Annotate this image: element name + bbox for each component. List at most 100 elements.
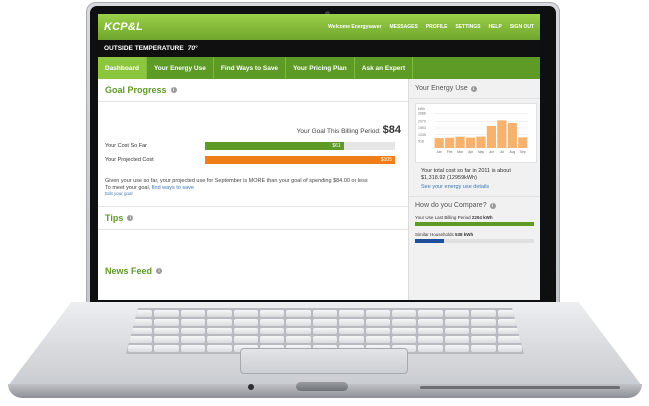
settings-link[interactable]: SETTINGS xyxy=(455,24,480,30)
keyboard-key[interactable] xyxy=(207,310,232,317)
keyboard-key[interactable] xyxy=(365,336,390,344)
projected-cost-track: $105 xyxy=(205,156,395,164)
keyboard-key[interactable] xyxy=(391,336,417,344)
keyboard-key[interactable] xyxy=(154,310,179,317)
chart-x-tick-label: Aug xyxy=(509,150,515,154)
keyboard-key[interactable] xyxy=(154,336,179,344)
keyboard-key[interactable] xyxy=(471,327,496,335)
keyboard-key[interactable] xyxy=(286,318,311,326)
keyboard-key[interactable] xyxy=(233,318,258,326)
keyboard-key[interactable] xyxy=(286,310,311,317)
keyboard-key[interactable] xyxy=(154,318,179,326)
chart-bar xyxy=(507,122,517,148)
keyboard-key[interactable] xyxy=(154,327,179,335)
keyboard-key[interactable] xyxy=(312,327,338,335)
keyboard-key[interactable] xyxy=(207,318,232,326)
brand-logo[interactable]: KCP&L xyxy=(104,21,143,33)
tab-ask-an-expert[interactable]: Ask an Expert xyxy=(355,57,414,79)
keyboard-key[interactable] xyxy=(233,327,258,335)
keyboard-key[interactable] xyxy=(365,318,390,326)
keyboard-key[interactable] xyxy=(128,345,153,352)
help-link[interactable]: HELP xyxy=(488,24,501,30)
keyboard-key[interactable] xyxy=(312,318,338,326)
keyboard-key[interactable] xyxy=(339,318,364,326)
main-nav: Dashboard Your Energy Use Find Ways to S… xyxy=(98,57,540,80)
keyboard-key[interactable] xyxy=(418,345,443,352)
trackpad[interactable] xyxy=(240,348,408,374)
keyboard-key[interactable] xyxy=(259,318,285,326)
goal-progress-title: Goal Progress xyxy=(105,85,167,95)
goal-message: Given your use so far, your projected us… xyxy=(105,178,401,198)
edit-goal-link[interactable]: Edit your goal xyxy=(105,191,133,196)
keyboard-key[interactable] xyxy=(444,327,470,335)
keyboard-key[interactable] xyxy=(365,310,390,317)
keyboard-key[interactable] xyxy=(471,336,496,344)
keyboard-key[interactable] xyxy=(339,327,364,335)
info-icon[interactable]: i xyxy=(156,268,163,274)
keyboard-key[interactable] xyxy=(154,345,179,352)
tab-find-ways-to-save[interactable]: Find Ways to Save xyxy=(214,57,287,79)
keyboard-key[interactable] xyxy=(444,336,470,344)
keyboard-key[interactable] xyxy=(207,345,232,352)
keyboard-key[interactable] xyxy=(471,318,496,326)
keyboard-key[interactable] xyxy=(471,345,496,352)
keyboard-key[interactable] xyxy=(128,336,153,344)
tab-dashboard[interactable]: Dashboard xyxy=(98,57,147,79)
keyboard-key[interactable] xyxy=(286,327,311,335)
chart-bar xyxy=(476,136,486,148)
keyboard-key[interactable] xyxy=(233,336,258,344)
keyboard-key[interactable] xyxy=(391,310,417,317)
keyboard-key[interactable] xyxy=(471,310,496,317)
keyboard-key[interactable] xyxy=(180,336,206,344)
keyboard-key[interactable] xyxy=(497,345,522,352)
tab-your-pricing-plan[interactable]: Your Pricing Plan xyxy=(286,57,355,79)
keyboard-key[interactable] xyxy=(444,318,470,326)
info-icon[interactable]: i xyxy=(489,202,496,209)
tab-your-energy-use[interactable]: Your Energy Use xyxy=(147,57,214,79)
keyboard-key[interactable] xyxy=(286,336,311,344)
info-icon[interactable]: i xyxy=(127,214,134,221)
keyboard-key[interactable] xyxy=(365,327,390,335)
keyboard-key[interactable] xyxy=(418,327,443,335)
divider xyxy=(98,205,408,207)
messages-link[interactable]: MESSAGES xyxy=(389,24,417,30)
keyboard-key[interactable] xyxy=(207,336,232,344)
chart-y-tick-label: 2070 xyxy=(418,120,426,124)
keyboard-key[interactable] xyxy=(180,310,206,317)
keyboard-key[interactable] xyxy=(418,310,443,317)
find-ways-to-save-link[interactable]: find ways to save xyxy=(152,185,194,191)
energy-details-link[interactable]: See your energy use details xyxy=(415,184,534,190)
keyboard-key[interactable] xyxy=(259,327,285,335)
keyboard-key[interactable] xyxy=(418,318,443,326)
keyboard-key[interactable] xyxy=(391,327,417,335)
keyboard-key[interactable] xyxy=(339,336,364,344)
keyboard-key[interactable] xyxy=(391,318,417,326)
chart-x-tick-label: Jan xyxy=(437,150,442,154)
latch-button[interactable] xyxy=(296,382,348,391)
keyboard-key[interactable] xyxy=(180,345,206,352)
compare-heading: How do you Compare? i xyxy=(415,202,534,209)
keyboard-key[interactable] xyxy=(339,310,364,317)
chart-x-tick-label: Mar xyxy=(457,150,463,154)
info-icon[interactable]: i xyxy=(170,87,177,93)
keyboard-key[interactable] xyxy=(444,310,470,317)
news-feed-title: News Feed xyxy=(105,266,153,276)
keyboard-key[interactable] xyxy=(444,345,470,352)
keyboard-key[interactable] xyxy=(312,310,338,317)
keyboard-key[interactable] xyxy=(180,318,206,326)
info-icon[interactable]: i xyxy=(470,85,477,92)
keyboard-key[interactable] xyxy=(259,310,285,317)
keyboard-key[interactable] xyxy=(418,336,443,344)
laptop-base xyxy=(8,302,642,402)
profile-link[interactable]: PROFILE xyxy=(426,24,448,30)
keyboard-key[interactable] xyxy=(233,310,258,317)
keyboard-key[interactable] xyxy=(312,336,338,344)
divider xyxy=(409,196,540,197)
keyboard-key[interactable] xyxy=(259,336,285,344)
keyboard-key[interactable] xyxy=(207,327,232,335)
energy-use-title: Your Energy Use xyxy=(415,85,468,92)
laptop-lid: KCP&L Welcome Energysaver MESSAGES PROFI… xyxy=(86,2,560,306)
keyboard-key[interactable] xyxy=(497,336,522,344)
sign-out-link[interactable]: SIGN OUT xyxy=(510,24,534,30)
keyboard-key[interactable] xyxy=(180,327,206,335)
